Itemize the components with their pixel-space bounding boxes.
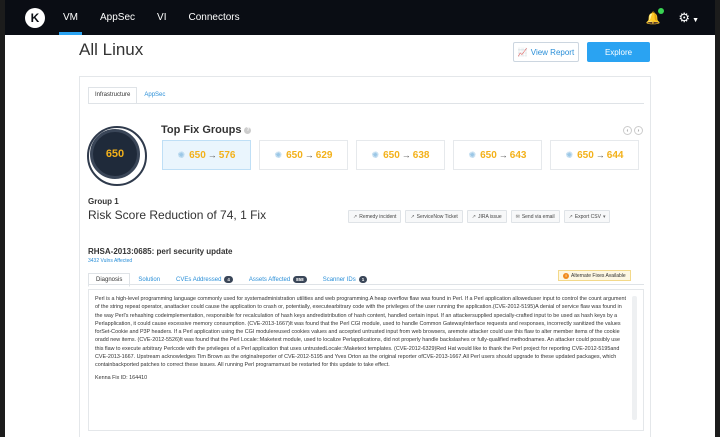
fix-group-from: 650 [189, 149, 206, 161]
remedy-incident-label: Remedy incident [359, 213, 397, 220]
fix-group-from: 650 [286, 149, 303, 161]
scrollbar[interactable] [632, 296, 637, 420]
export-icon: ↗ [568, 213, 573, 220]
fix-group-card-1[interactable]: ✺ 650 → 576 [162, 140, 251, 170]
jira-issue-button[interactable]: ↗ JIRA issue [466, 210, 507, 223]
arrow-right-icon: → [401, 150, 411, 160]
window-frame-left [0, 0, 5, 437]
fix-group-from: 650 [577, 149, 594, 161]
arrow-right-icon: → [595, 150, 605, 160]
kenna-fix-id: Kenna Fix ID: 164410 [95, 374, 148, 381]
fix-group-from: 650 [383, 149, 400, 161]
nav-right-controls: 🔔 ⚙ ▼ [645, 7, 699, 26]
action-bar: ↗ Remedy incident ↗ ServiceNow Ticket ↗ JIR… [348, 210, 611, 223]
kenna-logo[interactable]: K [25, 7, 45, 28]
warning-icon: ! [563, 272, 569, 279]
chevron-right-icon[interactable]: › [634, 126, 643, 135]
nav-item-vi[interactable]: VI [157, 0, 166, 35]
fix-groups-list: ✺ 650 → 576 ✺ 650 → 629 ✺ 650 → 638 ✺ 65… [162, 140, 639, 170]
help-icon[interactable]: ? [244, 126, 252, 134]
window-frame-right [715, 0, 720, 437]
top-navigation: K VM AppSec VI Connectors 🔔 ⚙ ▼ [5, 0, 715, 35]
diagnosis-panel: Perl is a high-level programming languag… [88, 289, 644, 431]
servicenow-ticket-button[interactable]: ↗ ServiceNow Ticket [405, 210, 463, 223]
tab-appsec[interactable]: AppSec [137, 87, 172, 104]
fix-group-to: 644 [606, 149, 624, 161]
export-csv-button[interactable]: ↗ Export CSV ▾ [563, 210, 611, 223]
jira-issue-label: JIRA issue [477, 213, 502, 220]
count-badge: 858 [293, 276, 307, 283]
notifications-bell-icon[interactable]: 🔔 [645, 7, 665, 25]
arrow-right-icon: → [304, 150, 314, 160]
tab-assets-label: Assets Affected [248, 276, 291, 283]
diagnosis-text: Perl is a high-level programming languag… [95, 296, 626, 369]
send-via-email-label: Send via email [521, 213, 555, 220]
fix-group-to: 643 [509, 149, 527, 161]
chevron-down-icon: ▾ [602, 213, 606, 220]
external-link-icon: ↗ [353, 213, 358, 220]
tab-scanner-label: Scanner IDs [322, 276, 356, 283]
loading-icon: ✺ [274, 149, 283, 160]
top-fix-groups-label: Top Fix Groups [161, 124, 242, 136]
loading-icon: ✺ [565, 149, 574, 160]
risk-score-reduction-title: Risk Score Reduction of 74, 1 Fix [88, 208, 267, 222]
count-badge: 4 [224, 276, 233, 283]
nav-item-vm[interactable]: VM [59, 0, 82, 35]
chart-icon: 📈 [517, 47, 528, 57]
loading-icon: ✺ [177, 149, 186, 160]
nav-item-appsec[interactable]: AppSec [100, 0, 135, 35]
fix-group-to: 629 [315, 149, 333, 161]
fix-group-card-5[interactable]: ✺ 650 → 644 [550, 140, 639, 170]
notification-dot [658, 7, 665, 14]
external-link-icon: ↗ [410, 213, 415, 220]
top-fix-groups-title: Top Fix Groups? [161, 124, 252, 136]
tab-diagnosis-label: Diagnosis [96, 277, 123, 283]
email-icon: ✉ [515, 213, 520, 220]
servicenow-ticket-label: ServiceNow Ticket [416, 213, 458, 220]
settings-gear-icon[interactable]: ⚙ ▼ [678, 10, 699, 26]
nav-item-connectors[interactable]: Connectors [188, 0, 239, 35]
loading-icon: ✺ [468, 149, 477, 160]
fix-group-to: 638 [412, 149, 430, 161]
tab-infrastructure[interactable]: Infrastructure [88, 87, 138, 104]
fix-group-card-2[interactable]: ✺ 650 → 629 [259, 140, 348, 170]
fix-group-card-4[interactable]: ✺ 650 → 643 [453, 140, 542, 170]
remedy-incident-button[interactable]: ↗ Remedy incident [348, 210, 402, 223]
alternate-fixes-label: Alternate Fixes Available [571, 272, 626, 279]
risk-score-value: 650 [105, 148, 125, 160]
page-title: All Linux [79, 40, 144, 59]
view-report-label: View Report [530, 47, 575, 57]
main-card: Infrastructure AppSec 650 Top Fix Groups… [79, 76, 651, 437]
tabs-divider [88, 103, 644, 104]
risk-score-meter: 650 [87, 126, 147, 186]
fix-group-card-3[interactable]: ✺ 650 → 638 [356, 140, 445, 170]
fix-groups-pager: ‹ › [623, 126, 643, 135]
view-report-button[interactable]: 📈 View Report [513, 42, 579, 62]
send-via-email-button[interactable]: ✉ Send via email [510, 210, 560, 223]
external-link-icon: ↗ [471, 213, 476, 220]
alternate-fixes-badge[interactable]: ! Alternate Fixes Available [558, 270, 631, 281]
vulns-affected-link[interactable]: 3432 Vulns Affected [88, 258, 132, 264]
top-tabs: Infrastructure AppSec [88, 87, 172, 104]
fix-title: RHSA-2013:0685: perl security update [88, 247, 233, 256]
loading-icon: ✺ [371, 149, 380, 160]
arrow-right-icon: → [207, 150, 217, 160]
chevron-down-icon: ▼ [692, 16, 699, 24]
detail-tabs-divider [88, 284, 644, 285]
fix-group-to: 576 [218, 149, 236, 161]
fix-group-from: 650 [480, 149, 497, 161]
tab-cves-label: CVEs Addressed [176, 276, 222, 283]
tab-solution-label: Solution [138, 277, 161, 283]
group-label: Group 1 [88, 197, 119, 206]
count-badge: 1 [358, 276, 368, 283]
arrow-right-icon: → [498, 150, 508, 160]
export-csv-label: Export CSV [574, 213, 601, 220]
explore-button[interactable]: Explore [587, 42, 650, 62]
chevron-left-icon[interactable]: ‹ [623, 126, 632, 135]
